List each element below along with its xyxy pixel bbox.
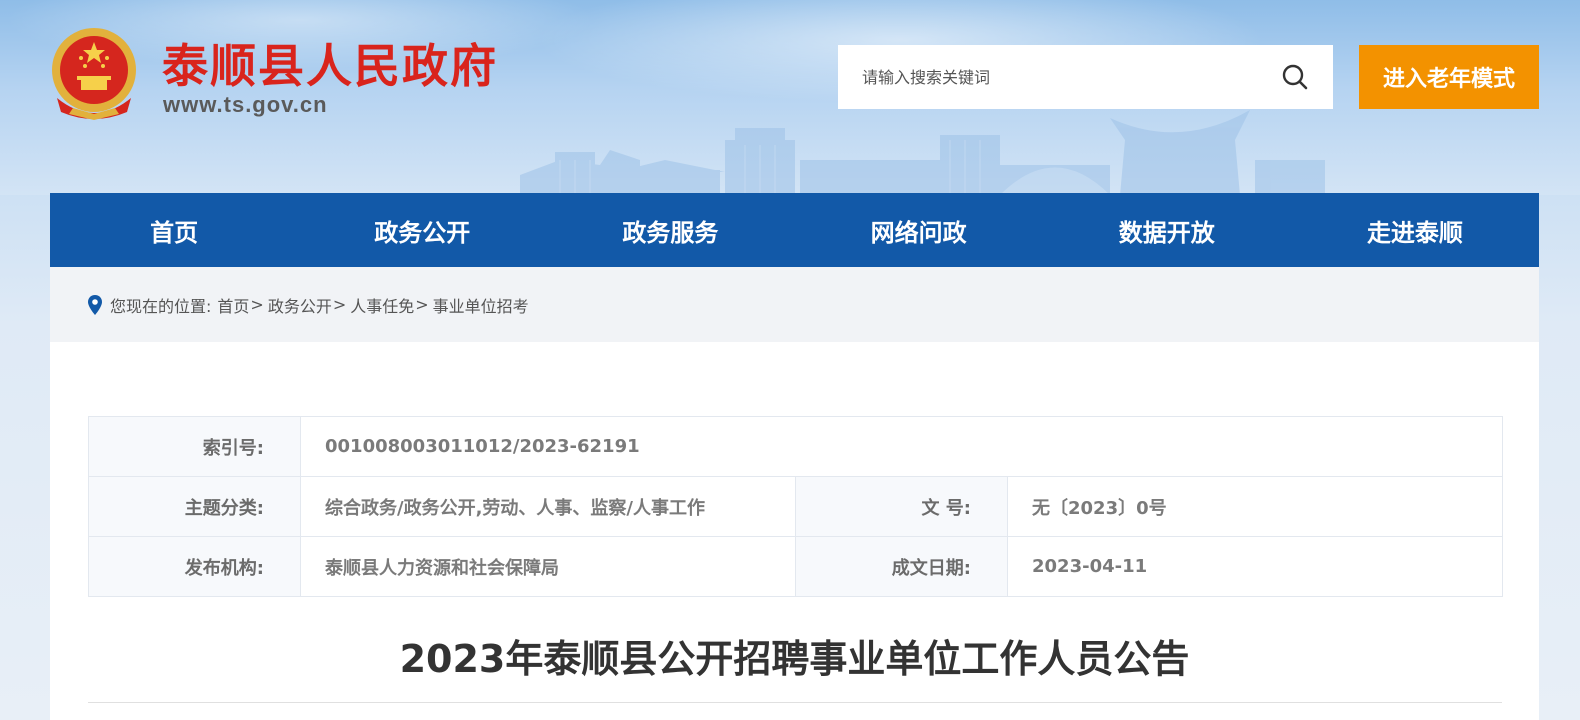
article-meta-table: 索引号: 001008003011012/2023-62191 主题分类: 综合… (88, 416, 1504, 597)
breadcrumb-separator: > (250, 295, 264, 314)
docno-value: 无〔2023〕0号 (1006, 476, 1504, 537)
breadcrumb-gov-affairs[interactable]: 政务公开 (268, 293, 332, 317)
national-emblem-icon (52, 28, 136, 120)
nav-item-gov-services[interactable]: 政务服务 (546, 193, 794, 267)
table-row: 发布机构: 泰顺县人力资源和社会保障局 成文日期: 2023-04-11 (88, 536, 1504, 597)
publisher-value: 泰顺县人力资源和社会保障局 (300, 536, 796, 597)
title-divider (88, 702, 1502, 703)
search-icon (1282, 64, 1308, 90)
article-content: 索引号: 001008003011012/2023-62191 主题分类: 综合… (50, 342, 1539, 720)
date-value: 2023-04-11 (1006, 536, 1504, 597)
publisher-label: 发布机构: (88, 536, 301, 597)
nav-item-home[interactable]: 首页 (50, 193, 298, 267)
topic-label: 主题分类: (88, 476, 301, 537)
main-nav: 首页 政务公开 政务服务 网络问政 数据开放 走进泰顺 (50, 193, 1539, 267)
table-row: 索引号: 001008003011012/2023-62191 (88, 416, 1504, 477)
search-box (838, 45, 1333, 109)
site-name[interactable]: 泰顺县人民政府 (162, 30, 498, 96)
nav-item-online-inquiry[interactable]: 网络问政 (795, 193, 1043, 267)
breadcrumb-prefix: 您现在的位置: (110, 296, 212, 316)
location-pin-icon (88, 294, 102, 315)
topic-value: 综合政务/政务公开,劳动、人事、监察/人事工作 (300, 476, 796, 537)
index-value: 001008003011012/2023-62191 (299, 416, 1504, 477)
docno-label: 文 号: (795, 476, 1008, 537)
nav-item-gov-affairs[interactable]: 政务公开 (298, 193, 546, 267)
breadcrumb: 您现在的位置: 首页 > 政务公开 > 人事任免 > 事业单位招考 (50, 267, 1539, 342)
index-label: 索引号: (88, 416, 301, 477)
breadcrumb-home[interactable]: 首页 (217, 293, 249, 317)
breadcrumb-separator: > (415, 295, 429, 314)
breadcrumb-recruitment[interactable]: 事业单位招考 (433, 293, 529, 317)
search-input[interactable] (838, 45, 1257, 109)
nav-item-open-data[interactable]: 数据开放 (1043, 193, 1291, 267)
breadcrumb-personnel[interactable]: 人事任免 (350, 293, 414, 317)
elder-mode-button[interactable]: 进入老年模式 (1359, 45, 1539, 109)
breadcrumb-separator: > (332, 295, 347, 314)
site-url[interactable]: www.ts.gov.cn (163, 92, 328, 118)
search-button[interactable] (1257, 45, 1333, 109)
nav-item-about-taishun[interactable]: 走进泰顺 (1291, 193, 1539, 267)
header-banner: 泰顺县人民政府 www.ts.gov.cn 进入老年模式 (0, 0, 1580, 195)
article-title: 2023年泰顺县公开招聘事业单位工作人员公告 (399, 637, 1190, 681)
table-row: 主题分类: 综合政务/政务公开,劳动、人事、监察/人事工作 文 号: 无〔202… (88, 476, 1504, 537)
date-label: 成文日期: (795, 536, 1008, 597)
